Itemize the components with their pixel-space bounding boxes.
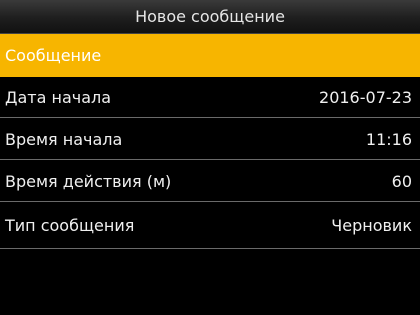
- menu-list: Сообщение Дата начала 2016-07-23 Время н…: [0, 34, 420, 250]
- menu-item-start-date[interactable]: Дата начала 2016-07-23: [0, 77, 420, 118]
- menu-item-label: Тип сообщения: [5, 216, 135, 235]
- menu-item-label: Дата начала: [5, 87, 112, 107]
- menu-item-value: Черновик: [331, 216, 412, 235]
- title-bar: Новое сообщение: [0, 0, 420, 34]
- menu-item-duration[interactable]: Время действия (м) 60: [0, 161, 420, 202]
- menu-item-value: 2016-07-23: [319, 87, 412, 107]
- menu-item-message-type[interactable]: Тип сообщения Черновик: [0, 203, 420, 249]
- menu-item-start-time[interactable]: Время начала 11:16: [0, 119, 420, 160]
- menu-item-label: Сообщение: [5, 46, 102, 65]
- menu-item-label: Время начала: [5, 129, 123, 149]
- menu-item-value: 11:16: [365, 129, 412, 149]
- page-title: Новое сообщение: [135, 7, 285, 26]
- menu-item-message[interactable]: Сообщение: [0, 34, 420, 77]
- menu-item-value: 60: [391, 171, 412, 191]
- menu-item-label: Время действия (м): [5, 171, 172, 191]
